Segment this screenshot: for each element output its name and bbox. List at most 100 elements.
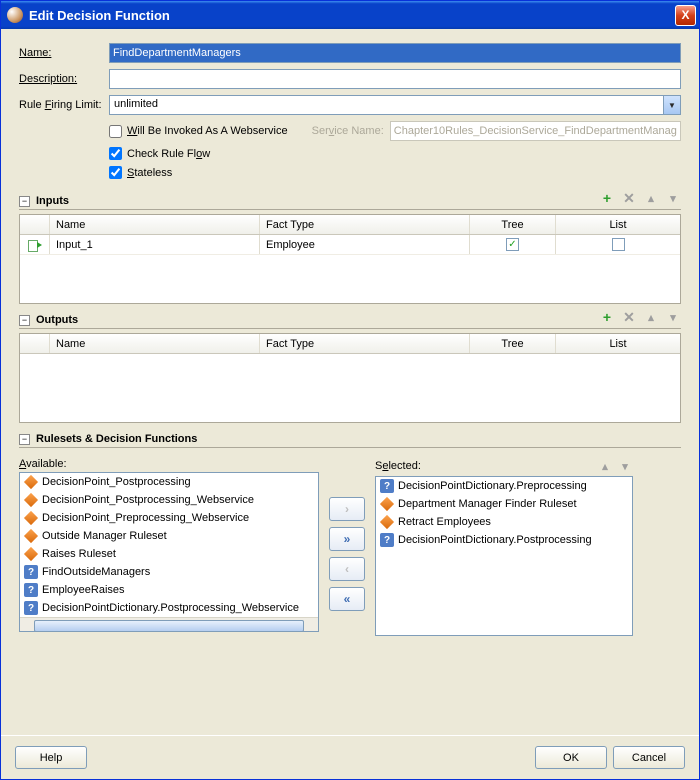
inputs-move-down-button[interactable]: ▾	[665, 190, 681, 206]
list-item[interactable]: DecisionPoint_Postprocessing	[20, 473, 318, 491]
double-chevron-left-icon: «	[344, 592, 351, 606]
footer: Help OK Cancel	[1, 735, 699, 779]
outputs-col-tree[interactable]: Tree	[470, 334, 556, 353]
rule-firing-limit-label: Rule Firing Limit:	[19, 99, 109, 111]
ruleset-icon	[24, 547, 38, 561]
outputs-col-name[interactable]: Name	[50, 334, 260, 353]
list-item[interactable]: ?DecisionPointDictionary.Postprocessing	[376, 531, 632, 549]
plus-icon: +	[603, 190, 611, 206]
description-input[interactable]	[109, 69, 681, 89]
outputs-add-button[interactable]: +	[599, 309, 615, 325]
plus-icon: +	[603, 309, 611, 325]
ok-button[interactable]: OK	[535, 746, 607, 769]
inputs-move-up-button[interactable]: ▴	[643, 190, 659, 206]
list-item-label: DecisionPointDictionary.Preprocessing	[398, 480, 587, 492]
move-all-right-button[interactable]: »	[329, 527, 365, 551]
app-icon	[7, 7, 23, 23]
list-item[interactable]: ?DecisionPointDictionary.Postprocessing_…	[20, 599, 318, 617]
list-item-label: DecisionPointDictionary.Postprocessing	[398, 534, 592, 546]
list-item[interactable]: ?FindOutsideManagers	[20, 563, 318, 581]
inputs-grid: Name Fact Type Tree List Input_1Employee…	[19, 214, 681, 304]
ruleset-icon	[380, 497, 394, 511]
decision-function-icon: ?	[24, 565, 38, 579]
outputs-delete-button[interactable]: ✕	[621, 309, 637, 325]
input-name-cell[interactable]: Input_1	[50, 235, 260, 254]
selected-move-up-button[interactable]: ▴	[597, 458, 613, 474]
inputs-delete-button[interactable]: ✕	[621, 190, 637, 206]
webservice-checkbox[interactable]	[109, 125, 122, 138]
name-label: Name:	[19, 47, 109, 59]
stateless-checkbox[interactable]	[109, 166, 122, 179]
inputs-col-list[interactable]: List	[556, 215, 680, 234]
list-item[interactable]: Raises Ruleset	[20, 545, 318, 563]
move-left-button[interactable]: ‹	[329, 557, 365, 581]
cancel-button[interactable]: Cancel	[613, 746, 685, 769]
ruleset-icon	[380, 515, 394, 529]
horizontal-scrollbar[interactable]	[20, 617, 318, 632]
inputs-section: − Inputs + ✕ ▴ ▾ Name Fact Type Tree Lis…	[19, 195, 681, 304]
list-item-label: EmployeeRaises	[42, 584, 125, 596]
inputs-grid-header: Name Fact Type Tree List	[20, 215, 680, 235]
inputs-col-type[interactable]: Fact Type	[260, 215, 470, 234]
inputs-title: Inputs	[36, 195, 69, 207]
chevron-down-icon: ▾	[670, 311, 676, 324]
close-button[interactable]: X	[675, 5, 696, 26]
list-item[interactable]: ? DecisionPointDictionary.Preprocessing	[376, 477, 632, 495]
list-item[interactable]: Retract Employees	[376, 513, 632, 531]
chevron-right-icon: ›	[345, 502, 349, 516]
chevron-down-icon: ▾	[622, 460, 628, 473]
outputs-col-type[interactable]: Fact Type	[260, 334, 470, 353]
selected-listbox[interactable]: ? DecisionPointDictionary.Preprocessing De…	[375, 476, 633, 636]
outputs-title: Outputs	[36, 314, 78, 326]
rulesets-section: − Rulesets & Decision Functions Availabl…	[19, 433, 681, 636]
outputs-collapse-toggle[interactable]: −	[19, 315, 30, 326]
service-name-label: Service Name:	[312, 125, 384, 137]
inputs-col-name[interactable]: Name	[50, 215, 260, 234]
selected-move-down-button[interactable]: ▾	[617, 458, 633, 474]
rule-firing-limit-select[interactable]: unlimited ▼	[109, 95, 681, 115]
outputs-move-down-button[interactable]: ▾	[665, 309, 681, 325]
list-item-label: Retract Employees	[398, 516, 491, 528]
list-item-label: DecisionPoint_Postprocessing	[42, 476, 191, 488]
minus-icon: −	[22, 197, 27, 206]
outputs-section: − Outputs + ✕ ▴ ▾ Name Fact Type Tree Li…	[19, 314, 681, 423]
input-type-cell[interactable]: Employee	[260, 235, 470, 254]
rulesets-collapse-toggle[interactable]: −	[19, 434, 30, 445]
list-item[interactable]: DecisionPoint_Postprocessing_Webservice	[20, 491, 318, 509]
webservice-label: Will Be Invoked As A Webservice	[127, 125, 288, 137]
list-item-label: DecisionPoint_Postprocessing_Webservice	[42, 494, 254, 506]
shuttle-buttons: › » ‹ «	[329, 458, 365, 636]
list-item[interactable]: Department Manager Finder Ruleset	[376, 495, 632, 513]
rule-firing-limit-value: unlimited	[110, 96, 663, 114]
move-right-button[interactable]: ›	[329, 497, 365, 521]
inputs-collapse-toggle[interactable]: −	[19, 196, 30, 207]
outputs-col-list[interactable]: List	[556, 334, 680, 353]
list-item[interactable]: DecisionPoint_Preprocessing_Webservice	[20, 509, 318, 527]
chevron-up-icon: ▴	[602, 460, 608, 473]
ruleset-icon	[24, 475, 38, 489]
outputs-grid-header: Name Fact Type Tree List	[20, 334, 680, 354]
decision-function-icon: ?	[24, 601, 38, 615]
inputs-add-button[interactable]: +	[599, 190, 615, 206]
chevron-up-icon: ▴	[648, 311, 654, 324]
help-button[interactable]: Help	[15, 746, 87, 769]
name-input[interactable]	[109, 43, 681, 63]
input-tree-cell[interactable]: ✓	[470, 235, 556, 254]
list-item[interactable]: Outside Manager Ruleset	[20, 527, 318, 545]
inputs-col-tree[interactable]: Tree	[470, 215, 556, 234]
stateless-label: Stateless	[127, 167, 172, 179]
inputs-grid-body: Input_1Employee✓	[20, 235, 680, 303]
input-list-cell[interactable]	[556, 235, 680, 254]
check-rule-flow-label: Check Rule Flow	[127, 148, 210, 160]
decision-function-icon: ?	[380, 479, 394, 493]
outputs-move-up-button[interactable]: ▴	[643, 309, 659, 325]
ruleset-icon	[24, 493, 38, 507]
list-item[interactable]: ?EmployeeRaises	[20, 581, 318, 599]
table-row[interactable]: Input_1Employee✓	[20, 235, 680, 255]
available-listbox[interactable]: DecisionPoint_Postprocessing DecisionPoin…	[19, 472, 319, 632]
available-label: Available:	[19, 458, 319, 470]
x-icon: ✕	[623, 309, 635, 326]
ruleset-icon	[24, 511, 38, 525]
move-all-left-button[interactable]: «	[329, 587, 365, 611]
check-rule-flow-checkbox[interactable]	[109, 147, 122, 160]
